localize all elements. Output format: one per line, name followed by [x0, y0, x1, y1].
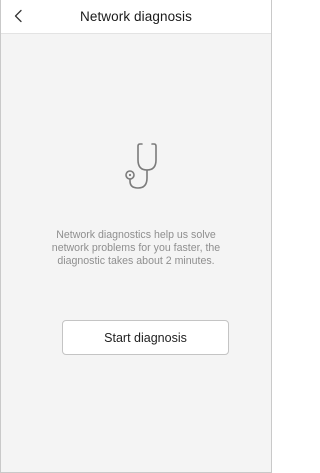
- page-title: Network diagnosis: [79, 9, 192, 24]
- header-bar: Network diagnosis: [1, 0, 271, 34]
- start-diagnosis-button[interactable]: Start diagnosis: [62, 320, 229, 355]
- stethoscope-icon: [125, 143, 157, 189]
- app-window: Network diagnosis Network diagnostics he…: [0, 0, 272, 473]
- main-content: Network diagnostics help us solve networ…: [1, 34, 271, 472]
- description-text: Network diagnostics help us solve networ…: [51, 229, 221, 267]
